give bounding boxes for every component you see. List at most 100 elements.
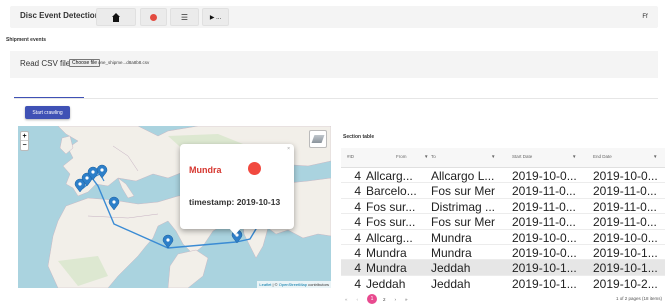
cell-from: Fos sur... <box>366 199 416 214</box>
cell-from: Fos sur... <box>366 215 416 230</box>
home-button[interactable] <box>96 8 136 26</box>
popup-close-button[interactable]: × <box>287 146 290 152</box>
cell-end: 2019-11-0... <box>593 199 657 214</box>
section-label: Shipment events <box>6 37 47 43</box>
app-title: Disc Event Detection <box>20 11 100 20</box>
table-row[interactable]: 4 Mundra Jeddah 2019-10-1... 2019-10-1... <box>341 260 665 276</box>
cell-from: Barcelo... <box>366 184 417 199</box>
last-page-button[interactable]: » <box>405 297 408 302</box>
cell-to: Mundra <box>431 245 472 260</box>
cell-start: 2019-11-0... <box>512 199 576 214</box>
popup-timestamp: timestamp: 2019-10-13 <box>189 197 281 207</box>
cell-start: 2019-10-0... <box>512 169 577 183</box>
cell-end: 2019-10-1... <box>593 261 658 276</box>
table-row[interactable]: 4 Allcarg... Allcargo L... 2019-10-0... 2019… <box>341 168 665 184</box>
layers-button[interactable] <box>309 130 327 148</box>
cell-to: Fos sur Mer <box>431 184 496 199</box>
choose-file-button[interactable]: Choose file <box>69 59 101 67</box>
cell-id: 4 <box>354 276 361 288</box>
marker-popup: × Mundra timestamp: 2019-10-13 <box>180 144 294 235</box>
cell-start: 2019-10-0... <box>512 230 577 245</box>
cell-from: Allcarg... <box>366 169 413 183</box>
record-button[interactable] <box>140 8 167 26</box>
col-from-header[interactable]: From <box>396 154 407 159</box>
status-dot-icon <box>248 162 261 175</box>
cell-id: 4 <box>354 261 361 276</box>
col-start-header[interactable]: Start Date <box>512 154 532 159</box>
table-row[interactable]: 4 Mundra Mundra 2019-10-0... 2019-10-1... <box>341 245 665 261</box>
csv-label: Read CSV file <box>20 59 71 68</box>
zoom-control: + − <box>20 131 29 151</box>
map-attribution: Leaflet | © OpenStreetMap contributors <box>257 281 331 288</box>
pagination: « ‹ 1 2 › » <box>345 293 417 305</box>
cell-to: Allcargo L... <box>431 169 495 183</box>
prev-page-button[interactable]: ‹ <box>357 297 359 302</box>
cell-to: Distrimag ... <box>431 199 496 214</box>
cell-end: 2019-10-2... <box>593 276 658 288</box>
next-page-button[interactable]: › <box>395 297 397 302</box>
cell-end: 2019-10-1... <box>593 245 658 260</box>
table-row[interactable]: 4 Jeddah Jeddah 2019-10-1... 2019-10-2... <box>341 276 665 288</box>
cell-end: 2019-10-0... <box>593 169 658 183</box>
cell-end: 2019-11-0... <box>593 184 657 199</box>
selected-file-name: one_shipme...d8a8b8.csv <box>98 60 150 65</box>
start-crawling-button[interactable]: Start crawling <box>25 106 70 119</box>
table-title: Section table <box>343 134 375 140</box>
cell-id: 4 <box>354 230 361 245</box>
cell-id: 4 <box>354 169 361 183</box>
list-button[interactable]: ☰ <box>170 8 199 26</box>
filter-icon[interactable]: ▼ <box>572 154 576 159</box>
first-page-button[interactable]: « <box>345 297 348 302</box>
table-body: 4 Allcarg... Allcargo L... 2019-10-0... 2019… <box>341 168 665 288</box>
csv-upload-card: Read CSV file Choose file one_shipme...d… <box>10 51 658 78</box>
page-1-button[interactable]: 1 <box>367 294 378 304</box>
cell-end: 2019-10-0... <box>593 230 658 245</box>
filter-icon[interactable]: ▼ <box>653 154 657 159</box>
cell-to: Jeddah <box>431 261 471 276</box>
cell-start: 2019-10-1... <box>512 276 577 288</box>
cell-id: 4 <box>354 215 361 230</box>
cell-from: Allcarg... <box>366 230 413 245</box>
table-row[interactable]: 4 Fos sur... Fos sur Mer 2019-11-0... 2019-1… <box>341 214 665 230</box>
play-icon: ▶ ... <box>209 14 222 21</box>
osm-link[interactable]: OpenStreetMap <box>279 282 307 287</box>
section-table: #ID From ▼ To ▼ Start Date ▼ End Date ▼ … <box>341 148 665 288</box>
table-row[interactable]: 4 Allcarg... Mundra 2019-10-0... 2019-10-0..… <box>341 230 665 245</box>
cell-start: 2019-11-0... <box>512 184 576 199</box>
top-toolbar: Disc Event Detection ☰ ▶ ... Ff <box>10 6 658 28</box>
popup-tip <box>229 228 241 235</box>
filter-icon[interactable]: ▼ <box>424 154 428 159</box>
record-icon <box>150 13 157 21</box>
cell-to: Fos sur Mer <box>431 215 496 230</box>
pagination-info: 1 of 2 pages (18 items) <box>615 296 662 301</box>
cell-end: 2019-11-0... <box>593 215 657 230</box>
cell-id: 4 <box>354 245 361 260</box>
col-to-header[interactable]: To <box>431 154 436 159</box>
cell-id: 4 <box>354 184 361 199</box>
col-id-header[interactable]: #ID <box>347 154 354 159</box>
cell-to: Jeddah <box>431 276 471 288</box>
leaflet-link[interactable]: Leaflet <box>259 282 271 287</box>
play-button[interactable]: ▶ ... <box>202 8 229 26</box>
filter-icon[interactable]: ▼ <box>491 154 495 159</box>
cell-start: 2019-11-0... <box>512 215 576 230</box>
col-end-header[interactable]: End Date <box>593 154 612 159</box>
table-row[interactable]: 4 Barcelo... Fos sur Mer 2019-11-0... 2019-1… <box>341 183 665 199</box>
list-icon: ☰ <box>180 12 189 22</box>
popup-place-name: Mundra <box>189 165 222 175</box>
cell-start: 2019-10-0... <box>512 245 577 260</box>
home-icon <box>111 12 121 22</box>
cell-to: Mundra <box>431 230 472 245</box>
zoom-in-button[interactable]: + <box>21 132 28 141</box>
ff-button[interactable]: Ff <box>638 8 652 26</box>
zoom-out-button[interactable]: − <box>21 141 28 150</box>
cell-id: 4 <box>354 199 361 214</box>
cell-from: Mundra <box>366 261 407 276</box>
layers-icon <box>311 135 325 143</box>
page-2-button[interactable]: 2 <box>383 297 386 302</box>
tab-divider <box>14 98 658 99</box>
table-header: #ID From ▼ To ▼ Start Date ▼ End Date ▼ <box>341 148 665 168</box>
cell-from: Mundra <box>366 245 407 260</box>
active-tab-indicator[interactable] <box>14 97 84 98</box>
table-row[interactable]: 4 Fos sur... Distrimag ... 2019-11-0... 2019… <box>341 199 665 215</box>
